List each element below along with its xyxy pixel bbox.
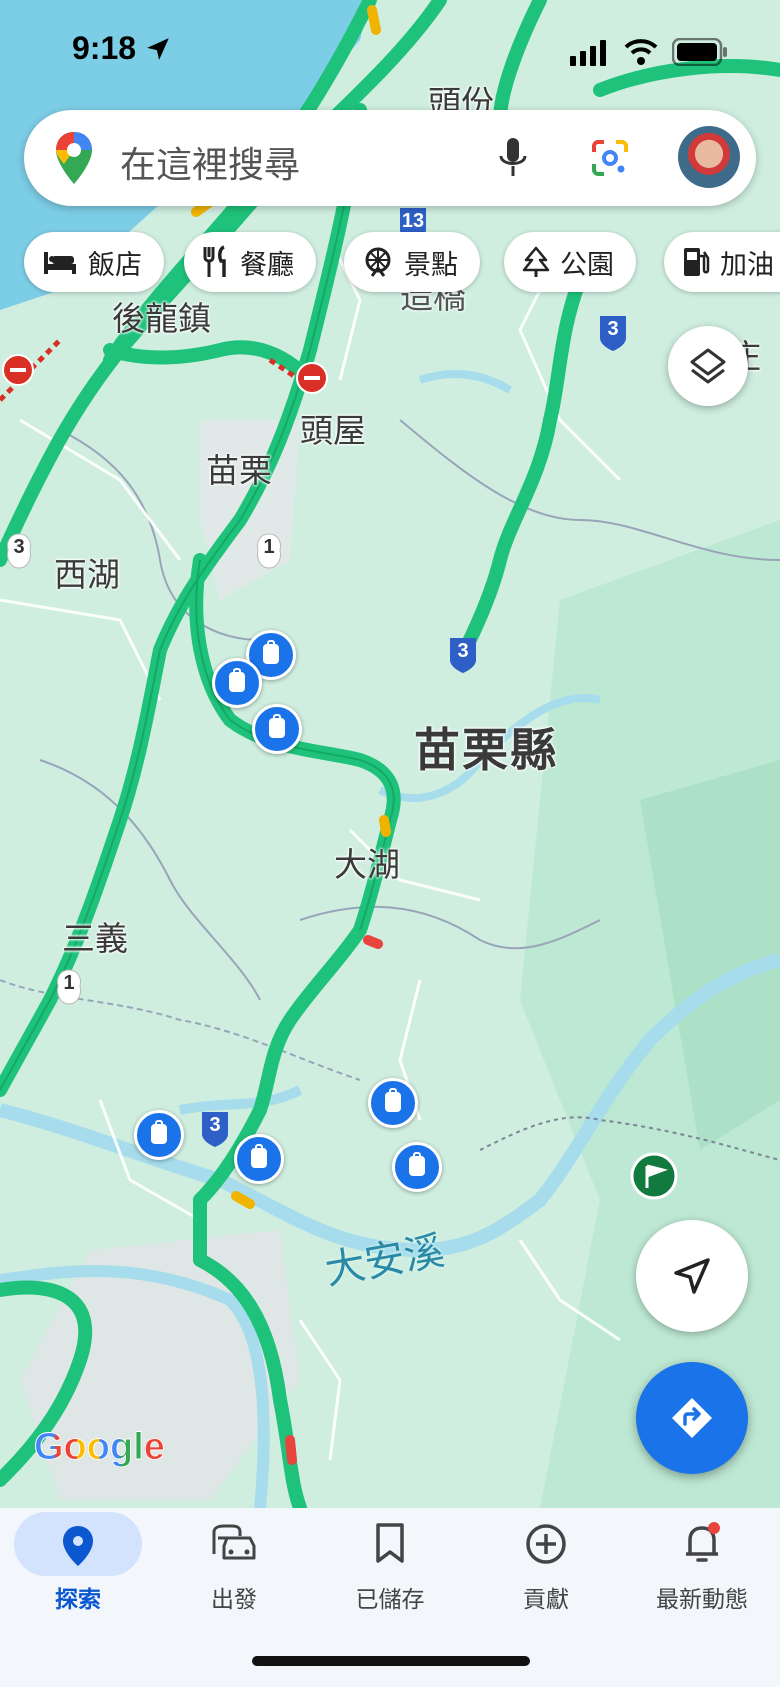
bed-icon bbox=[44, 252, 76, 274]
route-shield: 1 bbox=[54, 968, 84, 1006]
hotel-pin-icon[interactable] bbox=[212, 658, 262, 708]
road-closure-icon[interactable] bbox=[296, 362, 328, 394]
restaurant-icon bbox=[203, 245, 226, 277]
navigation-arrow-icon bbox=[674, 1258, 710, 1294]
place-label-sanyi: 三義 bbox=[62, 919, 128, 958]
my-location-button[interactable] bbox=[636, 1220, 748, 1332]
chip-parks[interactable]: 公園 bbox=[504, 232, 636, 292]
chip-label: 飯店 bbox=[88, 249, 142, 281]
layers-button[interactable] bbox=[668, 326, 748, 406]
bookmark-icon bbox=[376, 1523, 404, 1563]
place-label-houlong: 後龍鎮 bbox=[112, 299, 211, 338]
add-circle-icon bbox=[526, 1524, 566, 1564]
explore-pin-icon bbox=[63, 1526, 93, 1566]
nav-saved[interactable]: 已儲存 bbox=[312, 1508, 468, 1638]
google-attribution-logo: Google bbox=[34, 1426, 166, 1469]
directions-icon bbox=[672, 1398, 712, 1438]
route-shield: 3 bbox=[4, 532, 34, 570]
nav-explore[interactable]: 探索 bbox=[0, 1508, 156, 1638]
park-tree-icon bbox=[522, 246, 550, 277]
nav-label: 出發 bbox=[211, 1587, 257, 1613]
nav-label: 貢獻 bbox=[523, 1587, 569, 1613]
hotel-pin-icon[interactable] bbox=[134, 1110, 184, 1160]
road-closure-icon[interactable] bbox=[2, 354, 34, 386]
nav-label: 探索 bbox=[55, 1587, 101, 1613]
status-time: 9:18 bbox=[72, 30, 171, 67]
chip-label: 加油 bbox=[720, 249, 774, 281]
nav-go[interactable]: 出發 bbox=[156, 1508, 312, 1638]
chip-gas[interactable]: 加油 bbox=[664, 232, 780, 292]
place-label-dahu: 大湖 bbox=[334, 845, 400, 884]
attraction-icon bbox=[365, 247, 391, 277]
google-lens-icon[interactable] bbox=[590, 138, 630, 178]
nav-label: 已儲存 bbox=[355, 1587, 425, 1613]
search-input[interactable]: 在這裡搜尋 bbox=[120, 136, 300, 188]
bell-icon bbox=[686, 1522, 720, 1562]
nav-contribute[interactable]: 貢獻 bbox=[468, 1508, 624, 1638]
hotel-pin-icon[interactable] bbox=[368, 1078, 418, 1128]
search-bar[interactable]: 在這裡搜尋 bbox=[24, 110, 756, 206]
google-maps-pin-icon bbox=[56, 132, 92, 184]
microphone-icon[interactable] bbox=[498, 136, 528, 180]
nav-label: 最新動態 bbox=[656, 1587, 748, 1613]
nav-updates[interactable]: 最新動態 bbox=[624, 1508, 780, 1638]
chip-label: 公園 bbox=[560, 249, 614, 281]
gas-station-icon bbox=[684, 248, 710, 276]
route-shield: 3 bbox=[448, 636, 478, 674]
route-shield: 3 bbox=[200, 1110, 230, 1148]
home-indicator[interactable] bbox=[252, 1656, 530, 1666]
status-bar: 9:18 bbox=[0, 0, 780, 100]
battery-icon bbox=[672, 38, 727, 66]
signal-icon bbox=[570, 40, 606, 66]
user-avatar[interactable] bbox=[678, 126, 740, 188]
directions-button[interactable] bbox=[636, 1362, 748, 1474]
location-arrow-icon bbox=[147, 38, 169, 60]
hotel-pin-icon[interactable] bbox=[392, 1142, 442, 1192]
hotel-pin-icon[interactable] bbox=[252, 704, 302, 754]
place-label-touwu: 頭屋 bbox=[300, 411, 366, 450]
wifi-icon bbox=[624, 39, 658, 65]
route-shield: 1 bbox=[254, 532, 284, 570]
hotel-pin-icon[interactable] bbox=[234, 1134, 284, 1184]
chip-restaurants[interactable]: 餐廳 bbox=[184, 232, 316, 292]
route-shield: 3 bbox=[598, 314, 628, 352]
place-label-xihu: 西湖 bbox=[54, 555, 120, 594]
commute-car-icon bbox=[212, 1524, 256, 1560]
chip-label: 餐廳 bbox=[240, 249, 294, 281]
place-label-miaoli: 苗栗 bbox=[206, 451, 272, 490]
place-label-county: 苗栗縣 bbox=[414, 723, 558, 777]
chip-hotels[interactable]: 飯店 bbox=[24, 232, 164, 292]
chip-attractions[interactable]: 景點 bbox=[344, 232, 480, 292]
layers-icon bbox=[690, 348, 726, 384]
chip-label: 景點 bbox=[404, 249, 458, 281]
